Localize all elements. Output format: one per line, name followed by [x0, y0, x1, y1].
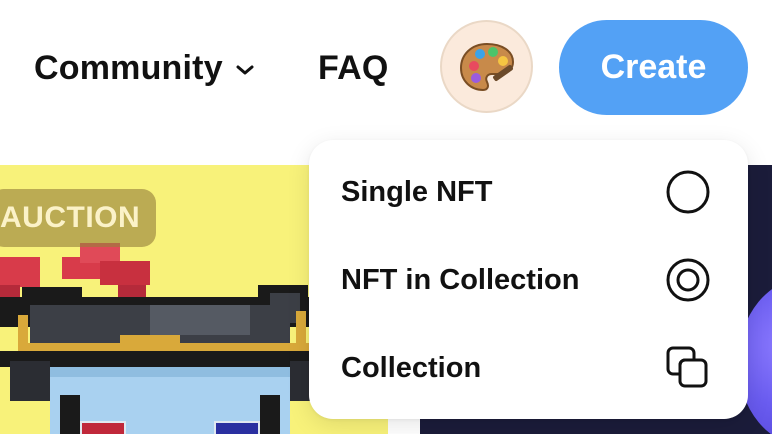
top-nav-bar: Community FAQ Create	[0, 0, 772, 140]
circle-outline-icon	[666, 170, 710, 214]
menu-item-label: Collection	[341, 351, 482, 384]
page: AUCTION Community FAQ Create Single NFT …	[0, 0, 772, 434]
auction-badge: AUCTION	[0, 189, 157, 247]
menu-item-label: Single NFT	[341, 175, 493, 208]
menu-item-label: NFT in Collection	[341, 263, 580, 296]
user-avatar-button[interactable]	[440, 20, 533, 113]
menu-item-single-nft[interactable]: Single NFT	[309, 148, 748, 236]
create-dropdown-menu: Single NFT NFT in Collection Collection	[309, 140, 748, 419]
nav-faq-label: FAQ	[318, 48, 389, 87]
menu-item-collection[interactable]: Collection	[309, 324, 748, 412]
palette-icon	[459, 42, 514, 91]
stacked-squares-icon	[666, 346, 708, 388]
menu-item-nft-in-collection[interactable]: NFT in Collection	[309, 236, 748, 324]
concentric-circle-icon	[666, 258, 710, 302]
chevron-down-icon	[236, 65, 254, 75]
nav-community-dropdown[interactable]: Community	[34, 44, 255, 92]
nav-faq-link[interactable]: FAQ	[318, 44, 389, 92]
nav-community-label: Community	[34, 48, 223, 87]
create-button[interactable]: Create	[559, 20, 748, 115]
